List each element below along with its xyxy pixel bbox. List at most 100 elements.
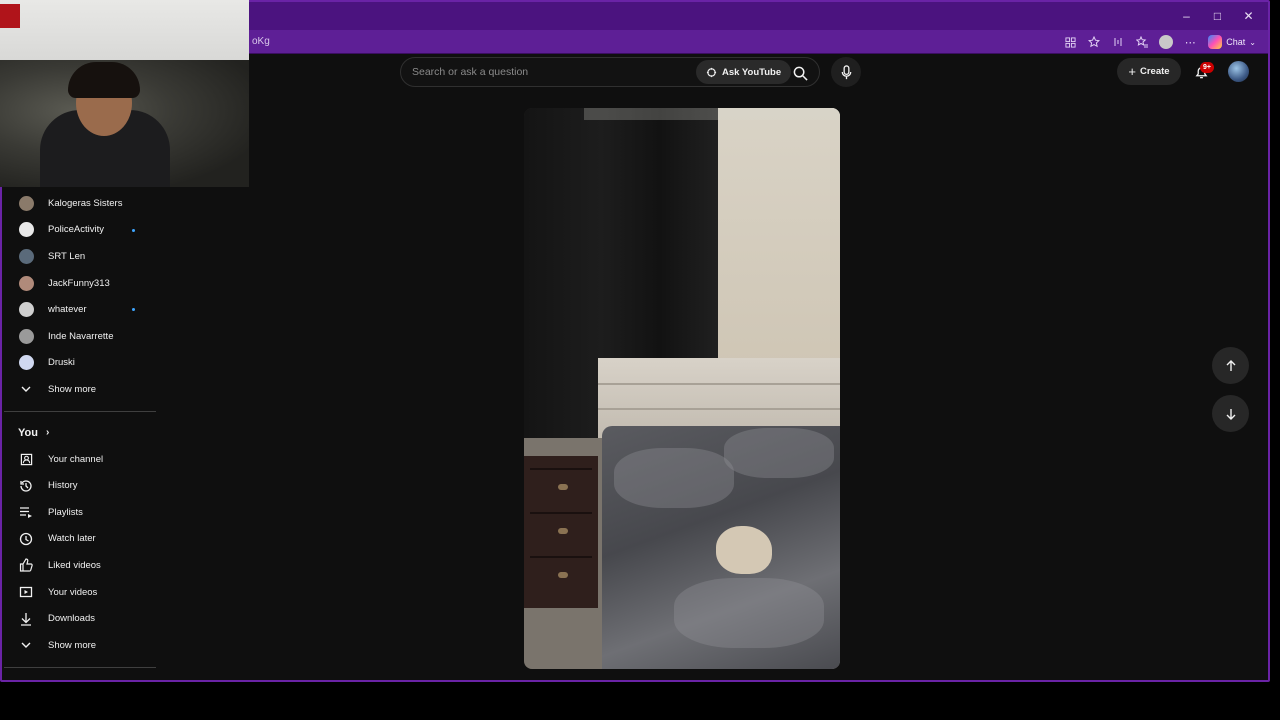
you-list: Your channel History Playlists Watch later L… xyxy=(4,446,156,632)
channel-avatar-image xyxy=(18,248,34,264)
sidebar-you-item[interactable]: Playlists xyxy=(4,499,156,526)
sidebar-you-item[interactable]: Liked videos xyxy=(4,552,156,579)
channel-avatar-image xyxy=(18,328,34,344)
sidebar-subscription-item[interactable]: Inde Navarrette xyxy=(4,323,156,350)
search-bar[interactable]: Search or ask a question Ask YouTube xyxy=(400,57,820,87)
chevron-down-icon: ⌄ xyxy=(1249,37,1256,47)
channel-avatar xyxy=(4,302,48,318)
show-more-you[interactable]: Show more xyxy=(4,632,156,659)
shorts-video-player[interactable] xyxy=(524,108,840,669)
channel-avatar-image xyxy=(18,275,34,291)
toolbar-icons: ⋯ Chat ⌄ xyxy=(1060,32,1260,52)
create-label: Create xyxy=(1140,66,1170,77)
more-options-icon[interactable]: ⋯ xyxy=(1180,32,1200,52)
show-more-label: Show more xyxy=(48,639,97,651)
sidebar-you-item[interactable]: History xyxy=(4,472,156,499)
ask-youtube-label: Ask YouTube xyxy=(722,66,782,78)
search-input[interactable]: Search or ask a question xyxy=(412,66,528,78)
sidebar-item-label: Liked videos xyxy=(48,559,101,571)
sidebar-item-label: Watch later xyxy=(48,533,96,545)
arrow-up-icon xyxy=(1226,359,1235,371)
sidebar-subscription-item[interactable]: whatever xyxy=(4,296,156,323)
chevron-down-icon xyxy=(4,383,48,395)
like-icon xyxy=(4,558,48,573)
sidebar-subscription-item[interactable]: Druski xyxy=(4,350,156,377)
sidebar-you-item[interactable]: Your videos xyxy=(4,579,156,606)
ask-youtube-button[interactable]: Ask YouTube xyxy=(696,60,792,84)
channel-avatar-image xyxy=(18,355,34,371)
chevron-right-icon: › xyxy=(45,427,50,439)
channel-avatar xyxy=(4,222,48,238)
favorite-star-icon[interactable] xyxy=(1084,32,1104,52)
read-aloud-icon[interactable] xyxy=(1108,32,1128,52)
microphone-icon xyxy=(841,64,851,79)
channel-avatar-image xyxy=(18,195,34,211)
close-button[interactable]: ✕ xyxy=(1233,2,1264,30)
chevron-down-icon xyxy=(4,639,48,651)
new-content-dot xyxy=(132,228,135,232)
channel-name: SRT Len xyxy=(48,250,86,262)
channel-avatar xyxy=(4,328,48,344)
search-icon[interactable] xyxy=(790,63,810,83)
create-button[interactable]: + Create xyxy=(1117,58,1181,85)
divider xyxy=(4,666,156,668)
sparkle-icon xyxy=(706,67,717,77)
sidebar-subscription-item[interactable]: JackFunny313 xyxy=(4,270,156,297)
voice-search-button[interactable] xyxy=(831,57,861,87)
profile-icon[interactable] xyxy=(1156,32,1176,52)
account-avatar[interactable] xyxy=(1228,61,1249,82)
sidebar-item-label: Your channel xyxy=(48,453,104,465)
sidebar-subscription-item[interactable]: SRT Len xyxy=(4,243,156,270)
channel-avatar-image xyxy=(18,222,34,238)
copilot-chat-button[interactable]: Chat ⌄ xyxy=(1204,35,1260,49)
maximize-button[interactable]: □ xyxy=(1202,2,1233,30)
you-label: You xyxy=(18,426,38,439)
channel-name: Kalogeras Sisters xyxy=(48,197,123,209)
sidebar-subscription-item[interactable]: Kalogeras Sisters xyxy=(4,190,156,217)
sidebar-you-item[interactable]: Downloads xyxy=(4,605,156,632)
favorites-icon[interactable] xyxy=(1132,32,1152,52)
channel-avatar xyxy=(4,355,48,371)
app-grid-icon[interactable] xyxy=(1060,32,1080,52)
sidebar-you-item[interactable]: Your channel xyxy=(4,446,156,473)
channel-avatar xyxy=(4,275,48,291)
plus-icon: + xyxy=(1128,64,1136,79)
channel-name: PoliceActivity xyxy=(48,224,104,236)
sidebar-item-label: Your videos xyxy=(48,586,98,598)
dog xyxy=(716,526,772,574)
arrow-down-icon xyxy=(1226,408,1235,420)
sidebar-item-label: Downloads xyxy=(48,613,95,625)
history-icon xyxy=(4,479,48,493)
channel-icon xyxy=(4,453,48,466)
your-videos-icon xyxy=(4,585,48,599)
chat-label: Chat xyxy=(1226,37,1246,47)
next-video-button[interactable] xyxy=(1212,395,1249,432)
channel-avatar xyxy=(4,248,48,264)
sidebar-item-label: History xyxy=(48,480,78,492)
sidebar-item-label: Playlists xyxy=(48,506,83,518)
previous-video-button[interactable] xyxy=(1212,347,1249,384)
channel-avatar-image xyxy=(18,302,34,318)
channel-name: Inde Navarrette xyxy=(48,330,114,342)
notification-badge: 9+ xyxy=(1200,62,1214,73)
new-content-dot xyxy=(132,308,135,312)
channel-avatar xyxy=(4,195,48,211)
watch-later-icon xyxy=(4,532,48,546)
playlists-icon xyxy=(4,505,48,519)
channel-name: whatever xyxy=(48,304,87,316)
minimize-button[interactable]: – xyxy=(1171,2,1202,30)
you-section-header[interactable]: You › xyxy=(4,420,156,446)
sidebar: Kalogeras Sisters PoliceActivity SRT Len Ja… xyxy=(4,190,156,676)
channel-name: Druski xyxy=(48,357,75,369)
window-controls: – □ ✕ xyxy=(1171,2,1264,30)
divider xyxy=(4,410,156,412)
copilot-icon xyxy=(1208,35,1223,49)
url-text[interactable]: oKg xyxy=(252,36,270,47)
show-more-label: Show more xyxy=(48,383,97,395)
sidebar-you-item[interactable]: Watch later xyxy=(4,526,156,553)
channel-name: JackFunny313 xyxy=(48,277,110,289)
subscriptions-list: Kalogeras Sisters PoliceActivity SRT Len Ja… xyxy=(4,190,156,376)
sidebar-subscription-item[interactable]: PoliceActivity xyxy=(4,217,156,244)
download-icon xyxy=(4,612,48,626)
show-more-subscriptions[interactable]: Show more xyxy=(4,376,156,403)
